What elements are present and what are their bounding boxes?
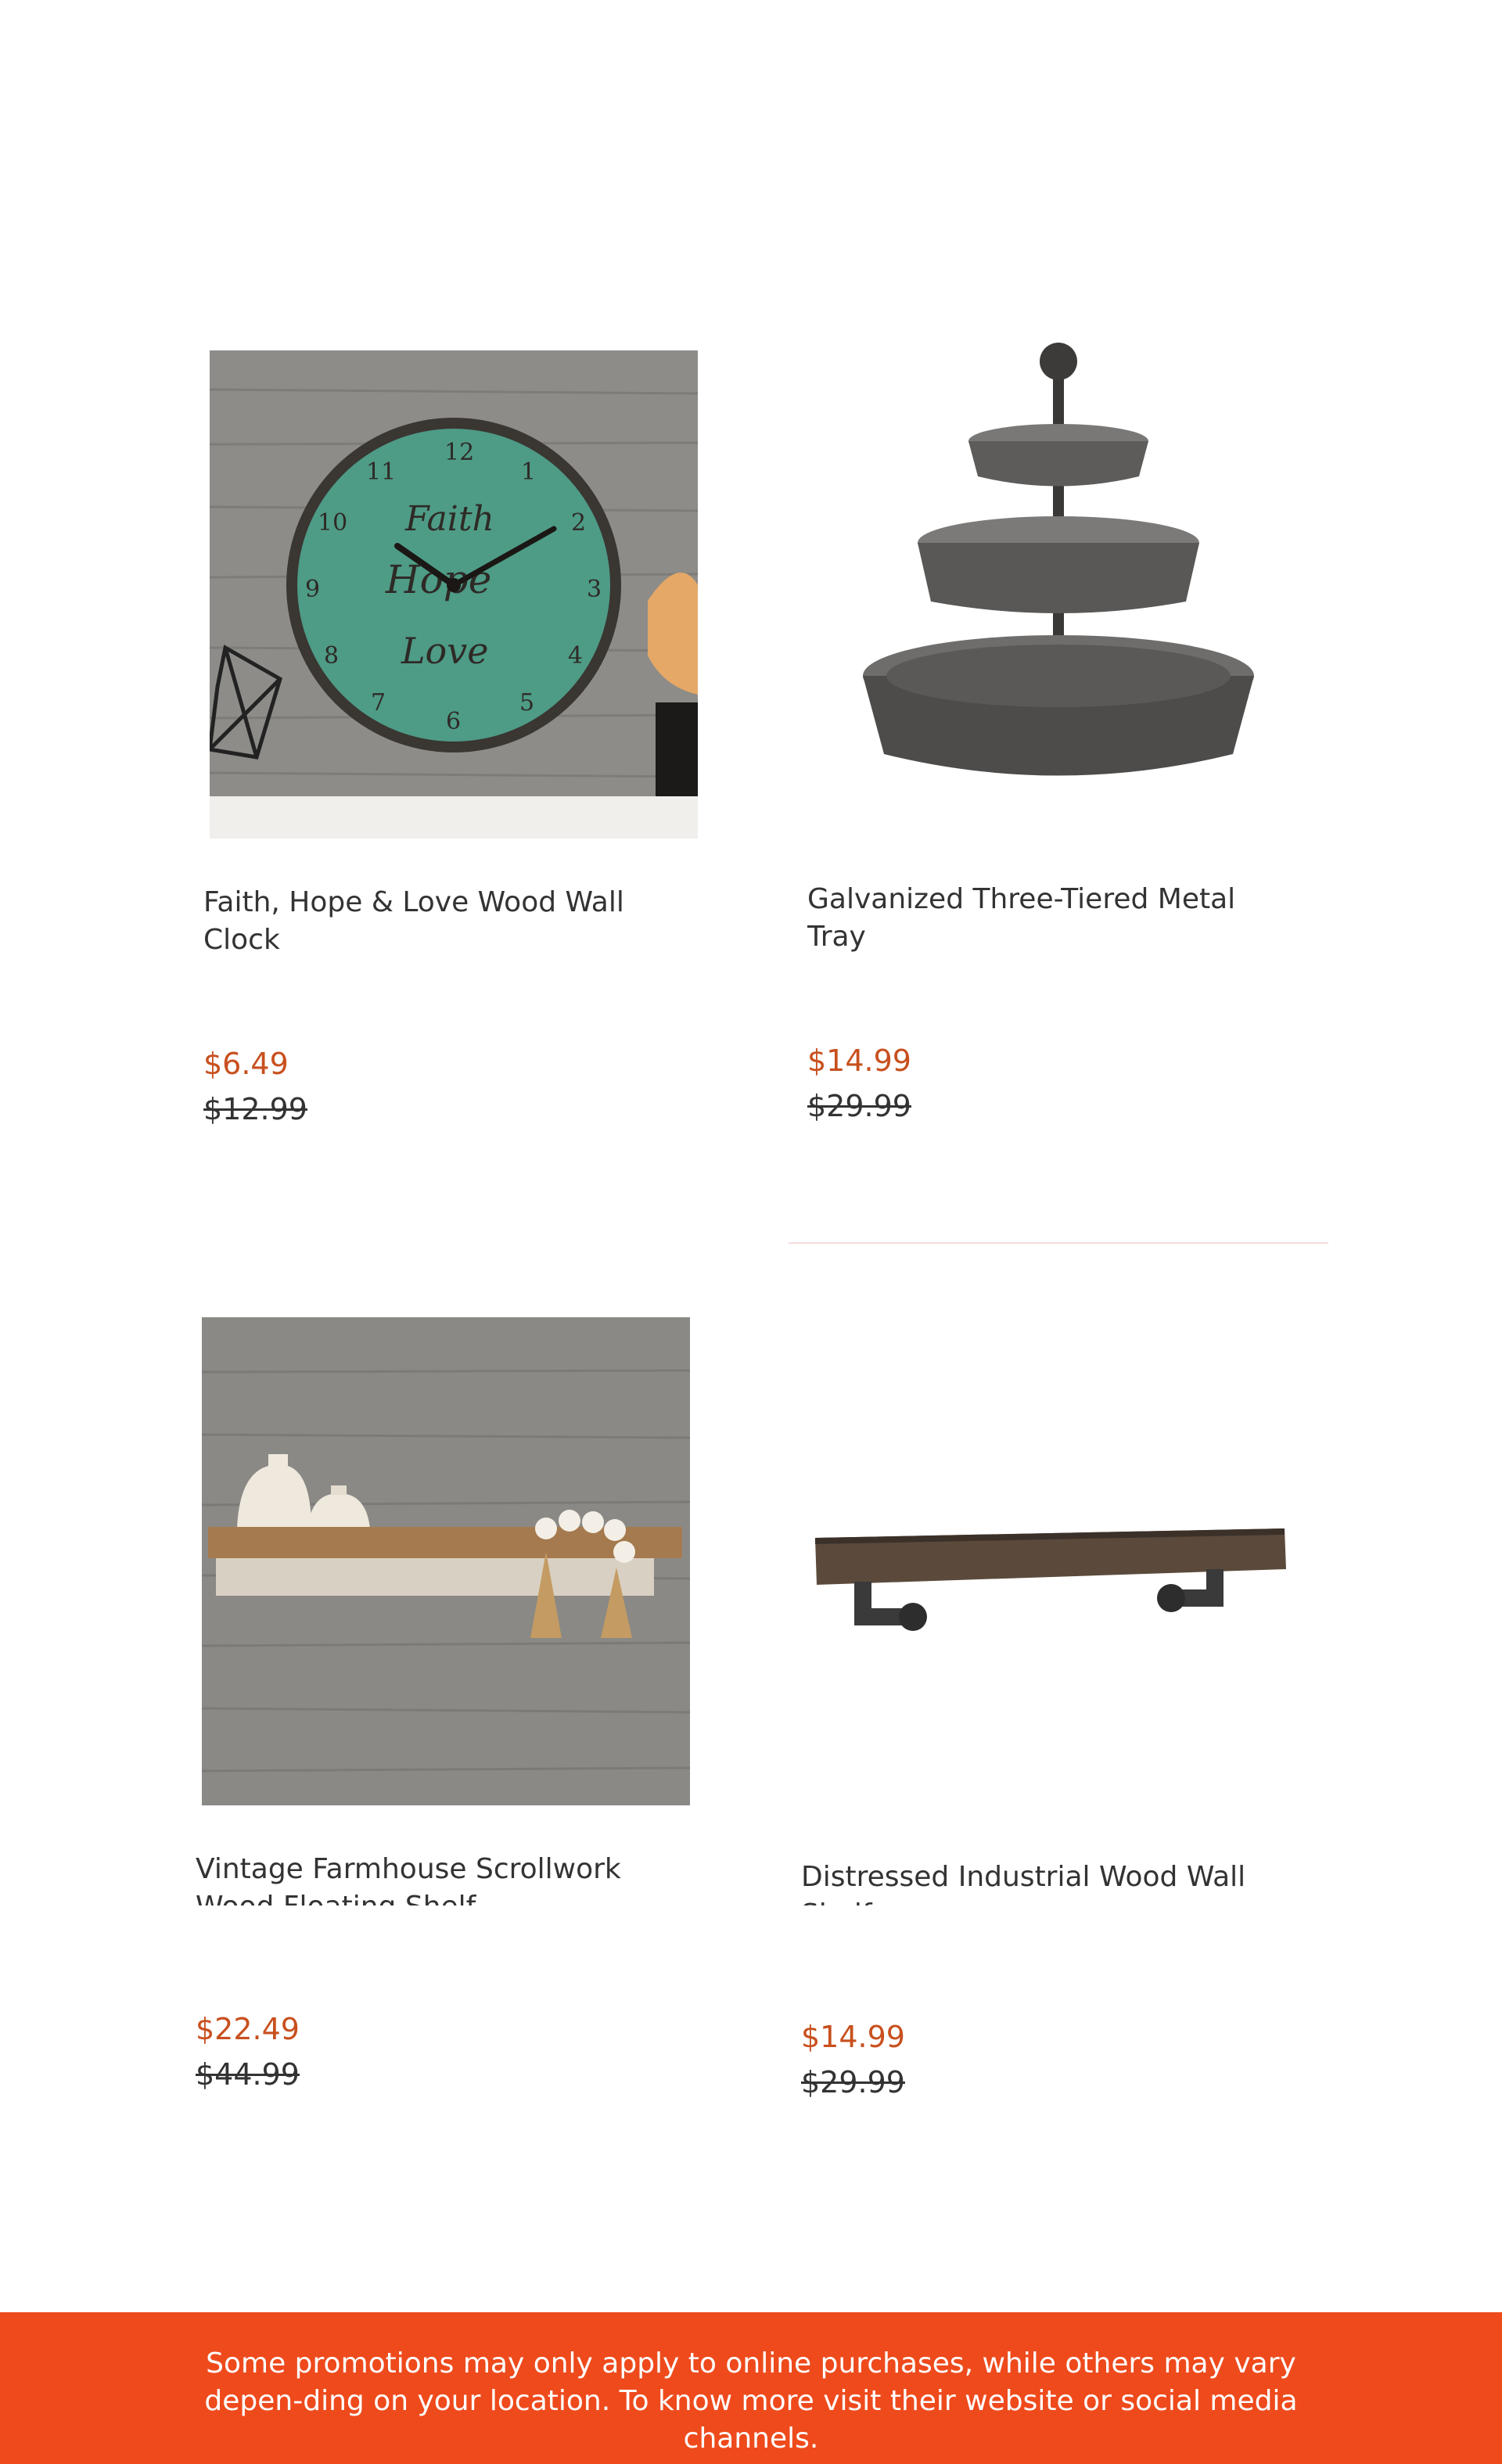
svg-text:3: 3 — [587, 576, 602, 603]
wall-clock-image: 12 1 2 3 4 5 6 7 8 9 10 11 Faith Hope Lo… — [210, 350, 698, 839]
sale-price: $6.49 — [203, 1047, 289, 1081]
svg-text:Hope: Hope — [385, 557, 491, 602]
product-title[interactable]: Vintage Farmhouse Scrollwork Wood Floati… — [196, 1851, 665, 1905]
svg-text:10: 10 — [318, 509, 347, 537]
svg-text:2: 2 — [571, 509, 586, 537]
product-card-industrial-shelf[interactable]: Distressed Industrial Wood Wall Shelf $1… — [779, 1242, 1327, 2112]
original-price: $12.99 — [203, 1092, 307, 1126]
svg-text:9: 9 — [305, 576, 320, 603]
original-price: $44.99 — [196, 2057, 300, 2092]
original-price: $29.99 — [801, 2065, 905, 2099]
product-image-industrial-shelf[interactable] — [807, 1303, 1295, 1791]
product-image-metal-tray[interactable] — [814, 339, 1302, 828]
product-listing-page: 12 1 2 3 4 5 6 7 8 9 10 11 Faith Hope Lo… — [0, 0, 1502, 2464]
product-title[interactable]: Distressed Industrial Wood Wall Shelf — [801, 1859, 1270, 1905]
promotion-disclaimer-text: Some promotions may only apply to online… — [204, 2347, 1298, 2455]
floating-shelf-image — [202, 1317, 690, 1805]
sale-price: $22.49 — [196, 2012, 300, 2046]
svg-text:7: 7 — [371, 689, 386, 717]
svg-text:Love: Love — [401, 630, 488, 672]
industrial-shelf-image — [807, 1303, 1295, 1791]
product-image-wall-clock[interactable]: 12 1 2 3 4 5 6 7 8 9 10 11 Faith Hope Lo… — [210, 350, 698, 839]
svg-text:8: 8 — [324, 642, 339, 670]
product-card-wall-clock[interactable]: 12 1 2 3 4 5 6 7 8 9 10 11 Faith Hope Lo… — [181, 278, 729, 1241]
svg-text:12: 12 — [444, 439, 474, 466]
product-card-floating-shelf[interactable]: Vintage Farmhouse Scrollwork Wood Floati… — [174, 1242, 721, 2112]
svg-text:1: 1 — [521, 458, 536, 486]
svg-text:4: 4 — [568, 642, 583, 670]
svg-text:5: 5 — [519, 689, 534, 717]
svg-text:11: 11 — [366, 458, 396, 486]
svg-text:Faith: Faith — [404, 499, 494, 539]
sale-price: $14.99 — [807, 1043, 911, 1078]
product-title[interactable]: Faith, Hope & Love Wood Wall Clock — [203, 884, 673, 959]
svg-text:6: 6 — [446, 708, 461, 735]
product-title[interactable]: Galvanized Three-Tiered Metal Tray — [807, 881, 1277, 956]
metal-tray-image — [814, 339, 1302, 828]
product-image-floating-shelf[interactable] — [202, 1317, 690, 1805]
product-card-metal-tray[interactable]: Galvanized Three-Tiered Metal Tray $14.9… — [785, 278, 1333, 1241]
original-price: $29.99 — [807, 1089, 911, 1123]
promotion-disclaimer-banner: Some promotions may only apply to online… — [0, 2312, 1502, 2464]
sale-price: $14.99 — [801, 2020, 905, 2054]
